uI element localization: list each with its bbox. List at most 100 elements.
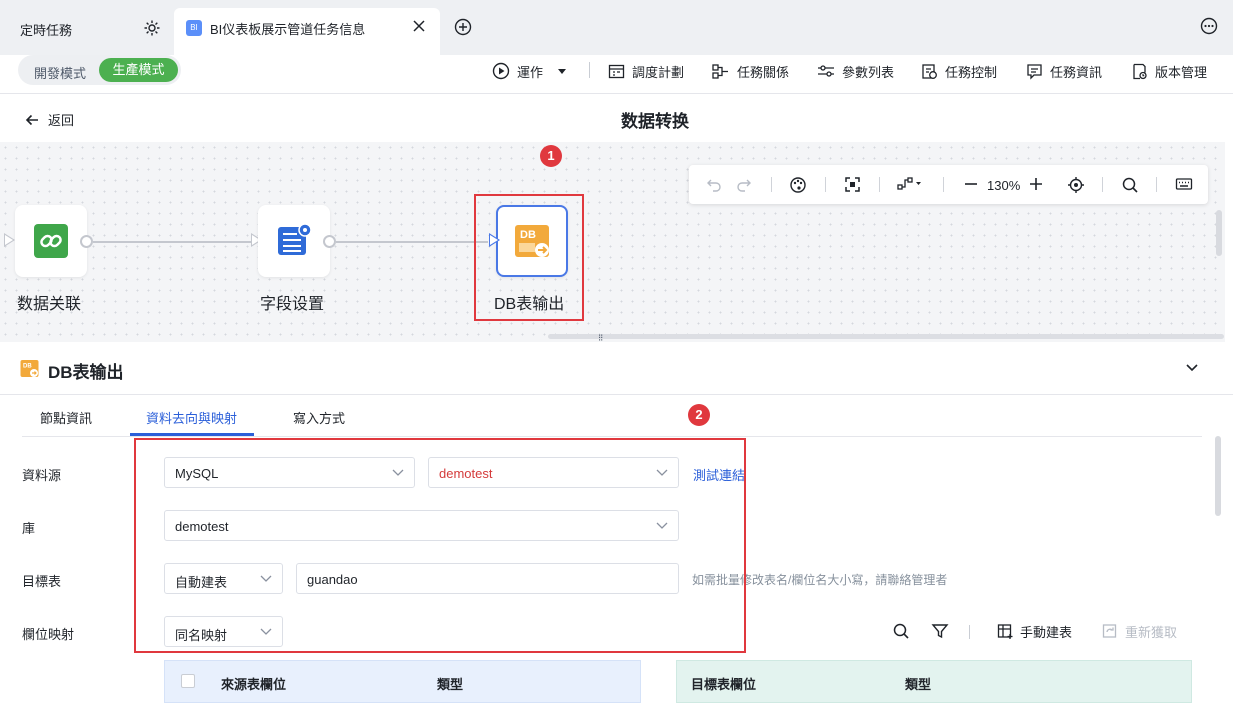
node-output-port[interactable] xyxy=(80,235,93,248)
column-header: 類型 xyxy=(437,677,464,692)
panel-title: DB表输出 xyxy=(48,363,124,382)
run-button[interactable]: 運作 xyxy=(492,61,568,81)
db-output-icon: DB xyxy=(20,360,39,377)
mode-switch[interactable]: 開發模式 生產模式 xyxy=(18,55,181,85)
active-tab-indicator xyxy=(130,433,254,436)
flow-edge xyxy=(93,241,251,243)
keyboard-icon[interactable] xyxy=(1175,176,1193,192)
task-info-label: 任務資訊 xyxy=(1050,64,1103,80)
field-mapping-label: 欄位映射 xyxy=(22,627,75,642)
tab-bar: 定時任務 BI BI仪表板展示管道任务信息 xyxy=(0,0,1233,55)
page-header: 返回 数据转换 xyxy=(0,94,1233,142)
version-label: 版本管理 xyxy=(1155,64,1208,80)
tab-write-method[interactable]: 寫入方式 xyxy=(293,408,345,427)
column-header: 來源表欄位 xyxy=(221,677,287,692)
run-label: 運作 xyxy=(517,64,544,80)
select-all-checkbox[interactable] xyxy=(181,674,195,688)
zoom-level: 130% xyxy=(987,178,1021,193)
toolbar-divider xyxy=(943,177,944,192)
add-tab-icon[interactable] xyxy=(454,18,472,36)
version-button[interactable]: 版本管理 xyxy=(1131,61,1207,81)
filter-icon[interactable] xyxy=(931,622,949,640)
toolbar-divider xyxy=(771,177,772,192)
refresh-icon xyxy=(1102,624,1117,638)
column-header: 目標表欄位 xyxy=(691,677,757,692)
flow-edge xyxy=(336,241,488,243)
search-icon[interactable] xyxy=(1121,176,1139,194)
page-title: 数据转换 xyxy=(621,112,689,131)
node-input-port[interactable] xyxy=(4,233,15,247)
toolbar-divider xyxy=(1156,177,1157,192)
node-label: 数据关联 xyxy=(17,296,82,313)
tab-label: 定時任務 xyxy=(20,23,73,38)
task-control-label: 任務控制 xyxy=(945,64,998,80)
target-fields-table-header: 目標表欄位 類型 xyxy=(676,660,1192,703)
highlight-box-node xyxy=(474,194,584,321)
tab-bi-dashboard-pipeline[interactable]: BI BI仪表板展示管道任务信息 xyxy=(174,8,440,55)
task-control-button[interactable]: 任務控制 xyxy=(921,61,997,81)
task-info-button[interactable]: 任務資訊 xyxy=(1026,61,1102,81)
field-settings-icon xyxy=(278,223,312,255)
database-label: 庫 xyxy=(22,521,36,536)
step-badge-2: 2 xyxy=(688,404,710,426)
node-config-panel-header: DB DB表输出 xyxy=(0,342,1233,395)
chevron-down-icon[interactable] xyxy=(1185,363,1199,373)
calendar-icon xyxy=(608,64,625,78)
locate-icon[interactable] xyxy=(1067,176,1085,194)
canvas-horizontal-scrollbar[interactable] xyxy=(548,334,1224,339)
search-icon[interactable] xyxy=(892,622,910,640)
gear-icon[interactable] xyxy=(143,19,161,37)
step-badge-1: 1 xyxy=(540,145,562,167)
redo-icon[interactable] xyxy=(736,176,752,192)
canvas-vertical-scrollbar[interactable] xyxy=(1216,210,1222,256)
mode-prod-option[interactable]: 生產模式 xyxy=(99,58,178,82)
more-icon[interactable] xyxy=(1200,17,1218,35)
toolbar-divider xyxy=(969,625,970,639)
zoom-out-icon[interactable] xyxy=(964,176,978,192)
target-table-label: 目標表 xyxy=(22,574,62,589)
sliders-icon xyxy=(818,65,834,77)
toolbar-divider xyxy=(589,62,590,78)
toolbar-divider xyxy=(825,177,826,192)
tab-scheduled-tasks[interactable]: 定時任務 xyxy=(0,12,170,44)
panel-tabs: 節點資訊 資料去向與映射 寫入方式 xyxy=(22,395,1202,437)
source-label: 資料源 xyxy=(22,468,62,483)
link-icon xyxy=(34,224,68,258)
panel-scrollbar[interactable] xyxy=(1215,436,1221,516)
palette-icon[interactable] xyxy=(789,176,807,194)
param-list-label: 參數列表 xyxy=(842,64,895,80)
param-list-button[interactable]: 參數列表 xyxy=(817,61,894,81)
layout-icon[interactable] xyxy=(897,176,923,192)
task-control-icon xyxy=(922,63,937,79)
node-output-port[interactable] xyxy=(323,235,336,248)
tab-destination-mapping[interactable]: 資料去向與映射 xyxy=(146,408,237,427)
node-label: 字段设置 xyxy=(260,296,325,313)
refetch-label: 重新獲取 xyxy=(1125,625,1178,640)
dashboard-icon: BI xyxy=(186,20,202,36)
info-doc-icon xyxy=(1027,63,1042,80)
fit-view-icon[interactable] xyxy=(844,176,861,193)
tab-label: BI仪表板展示管道任务信息 xyxy=(210,22,366,37)
node-data-join[interactable] xyxy=(15,205,87,277)
play-icon xyxy=(492,62,510,80)
manual-create-table-button[interactable]: 手動建表 xyxy=(997,622,1072,641)
task-relation-button[interactable]: 任務關係 xyxy=(712,61,789,81)
tab-node-info[interactable]: 節點資訊 xyxy=(40,408,92,427)
close-icon[interactable] xyxy=(412,19,426,33)
toolbar-divider xyxy=(879,177,880,192)
zoom-in-icon[interactable] xyxy=(1029,176,1043,192)
mode-dev-option[interactable]: 開發模式 xyxy=(34,63,86,82)
caret-down-icon xyxy=(558,69,567,74)
main-toolbar: 開發模式 生產模式 運作 調度計劃 任務關係 參數列表 任務控制 任務資訊 版本… xyxy=(0,55,1233,94)
node-field-settings[interactable] xyxy=(258,205,330,277)
refetch-button[interactable]: 重新獲取 xyxy=(1102,622,1177,641)
schedule-button[interactable]: 調度計劃 xyxy=(608,61,684,81)
task-relation-label: 任務關係 xyxy=(737,64,790,80)
relation-icon xyxy=(712,64,728,79)
manual-create-label: 手動建表 xyxy=(1020,625,1073,640)
undo-icon[interactable] xyxy=(706,176,722,192)
column-header: 類型 xyxy=(905,677,932,692)
schedule-label: 調度計劃 xyxy=(632,64,685,80)
svg-text:DB: DB xyxy=(23,364,32,370)
version-icon xyxy=(1133,63,1147,79)
